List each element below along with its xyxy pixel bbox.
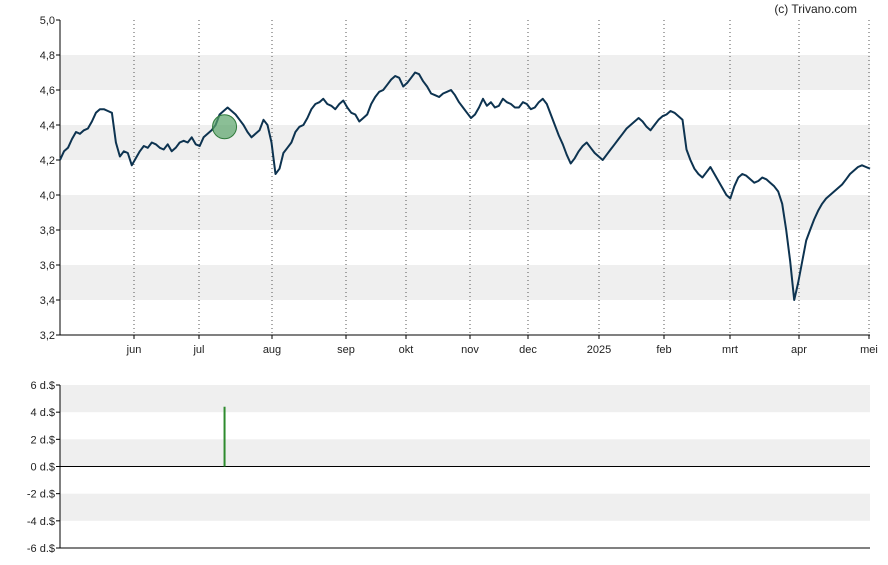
price-x-tick-label: dec <box>519 344 537 356</box>
dividend-y-tick-label: 6 d.$ <box>31 380 55 392</box>
price-x-tick-label: sep <box>337 344 355 356</box>
price-x-tick-label: jun <box>126 344 142 356</box>
price-x-tick-label: nov <box>461 344 479 356</box>
price-y-tick-label: 4,0 <box>40 190 55 202</box>
price-x-tick-label: 2025 <box>587 344 611 356</box>
price-y-tick-label: 4,6 <box>40 85 55 97</box>
dividend-y-tick-label: 2 d.$ <box>31 434 55 446</box>
dividend-y-tick-label: 0 d.$ <box>31 462 55 474</box>
price-x-tick-label: mei <box>860 344 878 356</box>
price-y-tick-label: 5,0 <box>40 15 55 27</box>
price-x-tick-label: okt <box>399 344 414 356</box>
price-band <box>60 265 870 300</box>
price-x-tick-label: mrt <box>722 344 738 356</box>
price-band <box>60 195 870 230</box>
price-y-tick-label: 3,2 <box>40 330 55 342</box>
dividend-band <box>60 439 870 467</box>
stock-chart: (c) Trivano.com 5,0 4,8 4,6 4,4 4,2 4,0 3,8 3,6… <box>27 2 878 555</box>
dividend-band <box>60 493 870 521</box>
price-x-tick-label: apr <box>791 344 807 356</box>
dividend-y-tick-label: 4 d.$ <box>31 407 55 419</box>
price-y-tick-label: 3,6 <box>40 260 55 272</box>
price-band <box>60 55 870 90</box>
dividend-y-tick-label: -2 d.$ <box>27 489 55 501</box>
price-x-tick-label: jul <box>192 344 204 356</box>
price-y-tick-label: 4,2 <box>40 155 55 167</box>
chart-stage: (c) Trivano.com 5,0 4,8 4,6 4,4 4,2 4,0 3,8 3,6… <box>0 0 888 565</box>
price-y-tick-label: 3,4 <box>40 295 55 307</box>
dividend-y-tick-label: -6 d.$ <box>27 543 55 555</box>
price-x-tick-label: feb <box>656 344 671 356</box>
credit-label: (c) Trivano.com <box>774 2 857 16</box>
dividend-marker <box>212 114 238 140</box>
price-y-tick-label: 3,8 <box>40 225 55 237</box>
price-y-tick-label: 4,8 <box>40 50 55 62</box>
price-x-tick-label: aug <box>263 344 281 356</box>
price-y-tick-label: 4,4 <box>40 120 55 132</box>
dividend-band <box>60 385 870 413</box>
dividend-y-tick-label: -4 d.$ <box>27 516 55 528</box>
